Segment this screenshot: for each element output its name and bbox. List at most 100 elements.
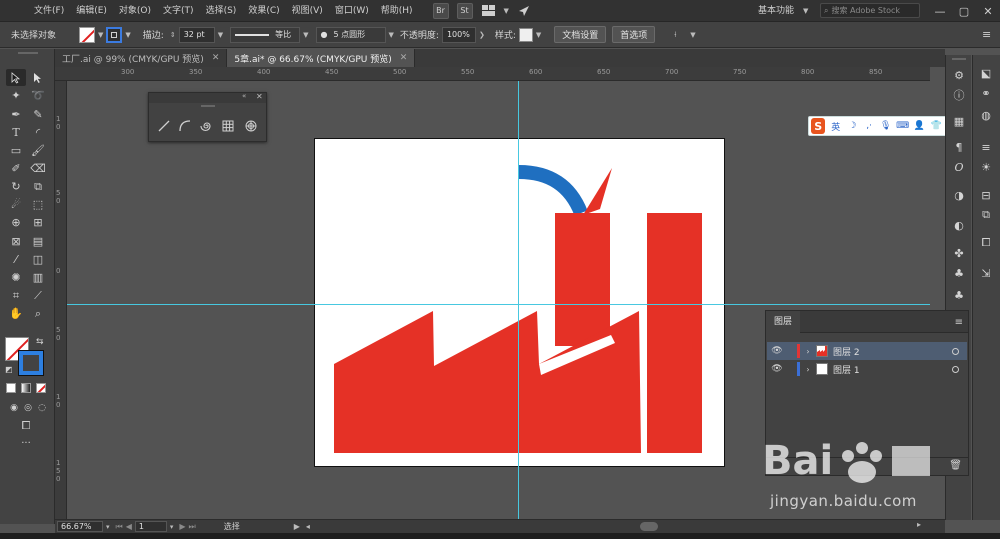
symbols-icon[interactable]: ♣: [951, 265, 967, 281]
expand-chevron-icon[interactable]: ›: [800, 365, 816, 374]
column-graph-icon[interactable]: ▥: [28, 269, 48, 286]
visibility-eye-icon[interactable]: 👁: [767, 346, 787, 356]
arrange-caret-icon[interactable]: ▼: [501, 7, 512, 15]
symbol-sprayer-icon[interactable]: ✺: [6, 269, 26, 286]
vertical-guide[interactable]: [518, 81, 519, 519]
panel-grip[interactable]: [201, 105, 215, 107]
menu-effect[interactable]: 效果(C): [242, 0, 285, 22]
type-tool-icon[interactable]: T: [6, 124, 26, 141]
close-tab-icon[interactable]: ✕: [212, 53, 220, 63]
stroke-stepper-icon[interactable]: ⇕: [167, 31, 179, 39]
arrow-tip[interactable]: [583, 168, 612, 215]
first-artboard-icon[interactable]: ⏮: [116, 522, 123, 532]
spiral-tool-icon[interactable]: [197, 117, 215, 135]
control-bar-menu-icon[interactable]: ≡: [982, 28, 991, 41]
graphic-style-swatch[interactable]: [518, 27, 533, 42]
warp-tool-icon[interactable]: ☄: [6, 196, 26, 213]
fill-caret-icon[interactable]: ▼: [95, 31, 106, 39]
previous-artboard-icon[interactable]: ◀: [126, 522, 132, 531]
menu-file[interactable]: 文件(F): [28, 0, 70, 22]
toolbar-grip[interactable]: [18, 52, 38, 54]
properties-gear-icon[interactable]: ⚙: [951, 67, 967, 83]
target-circle-icon[interactable]: [952, 347, 959, 355]
stroke-panel-icon[interactable]: ≡: [978, 139, 994, 155]
slice-tool-icon[interactable]: ⟋: [28, 287, 48, 304]
brush-caret-icon[interactable]: ▼: [386, 31, 397, 39]
zoom-tool-icon[interactable]: ⌕: [28, 305, 48, 322]
ime-mode-toggle[interactable]: 英: [829, 119, 842, 133]
chimney-right[interactable]: [647, 213, 702, 453]
screen-mode-icon[interactable]: ⧠: [16, 417, 36, 434]
artboard-tool-icon[interactable]: ⌗: [6, 287, 26, 304]
stroke-weight-input[interactable]: 32 pt: [178, 26, 215, 43]
transparency-icon[interactable]: ◍: [978, 107, 994, 123]
free-transform-icon[interactable]: ⬚: [28, 196, 48, 213]
swap-fill-stroke-icon[interactable]: ⇆: [36, 337, 44, 347]
close-tab-icon[interactable]: ✕: [400, 53, 408, 63]
eyedropper-icon[interactable]: ⁄: [6, 251, 26, 268]
artboard-caret-icon[interactable]: ▾: [167, 523, 177, 531]
keyboard-icon[interactable]: ⌨: [896, 119, 909, 133]
menu-help[interactable]: 帮助(H): [375, 0, 419, 22]
layers-tab[interactable]: 图层: [766, 311, 801, 333]
shaper-tool-icon[interactable]: ✐: [6, 160, 26, 177]
menu-view[interactable]: 视图(V): [286, 0, 329, 22]
sogou-logo-icon[interactable]: S: [811, 118, 826, 134]
info-icon[interactable]: ⓘ: [951, 87, 967, 103]
draw-inside-icon[interactable]: ◌: [32, 399, 52, 416]
user-icon[interactable]: 👤: [913, 119, 926, 133]
opacity-caret-icon[interactable]: ❯: [476, 31, 488, 39]
color-guide-icon[interactable]: ⚭: [978, 85, 994, 101]
selection-tool-icon[interactable]: [6, 69, 26, 86]
horizontal-guide[interactable]: [67, 304, 930, 305]
arrange-documents-icon[interactable]: [481, 3, 497, 19]
opentype-icon[interactable]: O: [951, 159, 967, 175]
punctuation-icon[interactable]: ,·: [863, 119, 876, 133]
graphic-styles-icon[interactable]: ◐: [951, 217, 967, 233]
menu-type[interactable]: 文字(T): [157, 0, 200, 22]
microphone-icon[interactable]: 🎙: [879, 119, 892, 133]
target-circle-icon[interactable]: [952, 365, 959, 373]
polar-grid-tool-icon[interactable]: [242, 117, 260, 135]
align-panel-icon[interactable]: ⊟: [978, 187, 994, 203]
hand-tool-icon[interactable]: ✋: [6, 305, 26, 322]
artboard-number-field[interactable]: 1: [134, 521, 167, 532]
close-button[interactable]: ✕: [976, 0, 1000, 22]
artboard[interactable]: [314, 138, 725, 467]
menu-edit[interactable]: 编辑(E): [70, 0, 113, 22]
vertical-ruler[interactable]: 1 0 5 0 0 5 0 1 0 1 5 0: [55, 81, 67, 519]
menu-window[interactable]: 窗口(W): [329, 0, 375, 22]
scroll-left-icon[interactable]: ◂: [306, 522, 310, 531]
curvature-tool-icon[interactable]: ✎: [28, 106, 48, 123]
layer-row-2[interactable]: 👁 › 图层 2: [767, 342, 967, 360]
zoom-field[interactable]: 66.67%: [57, 521, 103, 532]
arc-tool-icon[interactable]: [176, 117, 194, 135]
align-caret-icon[interactable]: ▼: [687, 31, 698, 39]
stroke-caret-icon[interactable]: ▼: [122, 31, 133, 39]
asset-export-icon[interactable]: ⇲: [978, 265, 994, 281]
shape-builder-icon[interactable]: ⊕: [6, 214, 26, 231]
next-artboard-icon[interactable]: ▶: [179, 522, 185, 531]
blend-tool-icon[interactable]: ◫: [28, 251, 48, 268]
color-picker-icon[interactable]: ⬕: [978, 65, 994, 81]
tab-chapter5[interactable]: 5章.ai* @ 66.67% (CMYK/GPU 预览) ✕: [227, 49, 416, 67]
mesh-tool-icon[interactable]: ⊠: [6, 233, 26, 250]
document-setup-button[interactable]: 文档设置: [554, 26, 607, 43]
color-mode-icon[interactable]: [6, 383, 16, 393]
style-caret-icon[interactable]: ▼: [533, 31, 544, 39]
brush-definition[interactable]: ● 5 点圆形: [315, 26, 386, 43]
stroke-swatch[interactable]: [106, 26, 123, 43]
libraries-icon[interactable]: ▦: [951, 113, 967, 129]
horizontal-ruler[interactable]: 300 350 400 450 500 550 600 650 700 750 …: [55, 67, 930, 81]
horizontal-scrollbar-thumb[interactable]: [640, 522, 658, 531]
direct-selection-tool-icon[interactable]: [28, 69, 48, 86]
gradient-mode-icon[interactable]: [21, 383, 31, 393]
menu-select[interactable]: 选择(S): [200, 0, 243, 22]
status-menu-arrow-icon[interactable]: ▶: [294, 522, 300, 531]
opacity-input[interactable]: 100%: [441, 26, 476, 43]
profile-caret-icon[interactable]: ▼: [300, 31, 311, 39]
bridge-button[interactable]: Br: [432, 2, 449, 19]
skin-shirt-icon[interactable]: 👕: [930, 119, 943, 133]
panel-menu-icon[interactable]: ≡: [955, 317, 963, 328]
none-mode-icon[interactable]: [36, 383, 46, 393]
